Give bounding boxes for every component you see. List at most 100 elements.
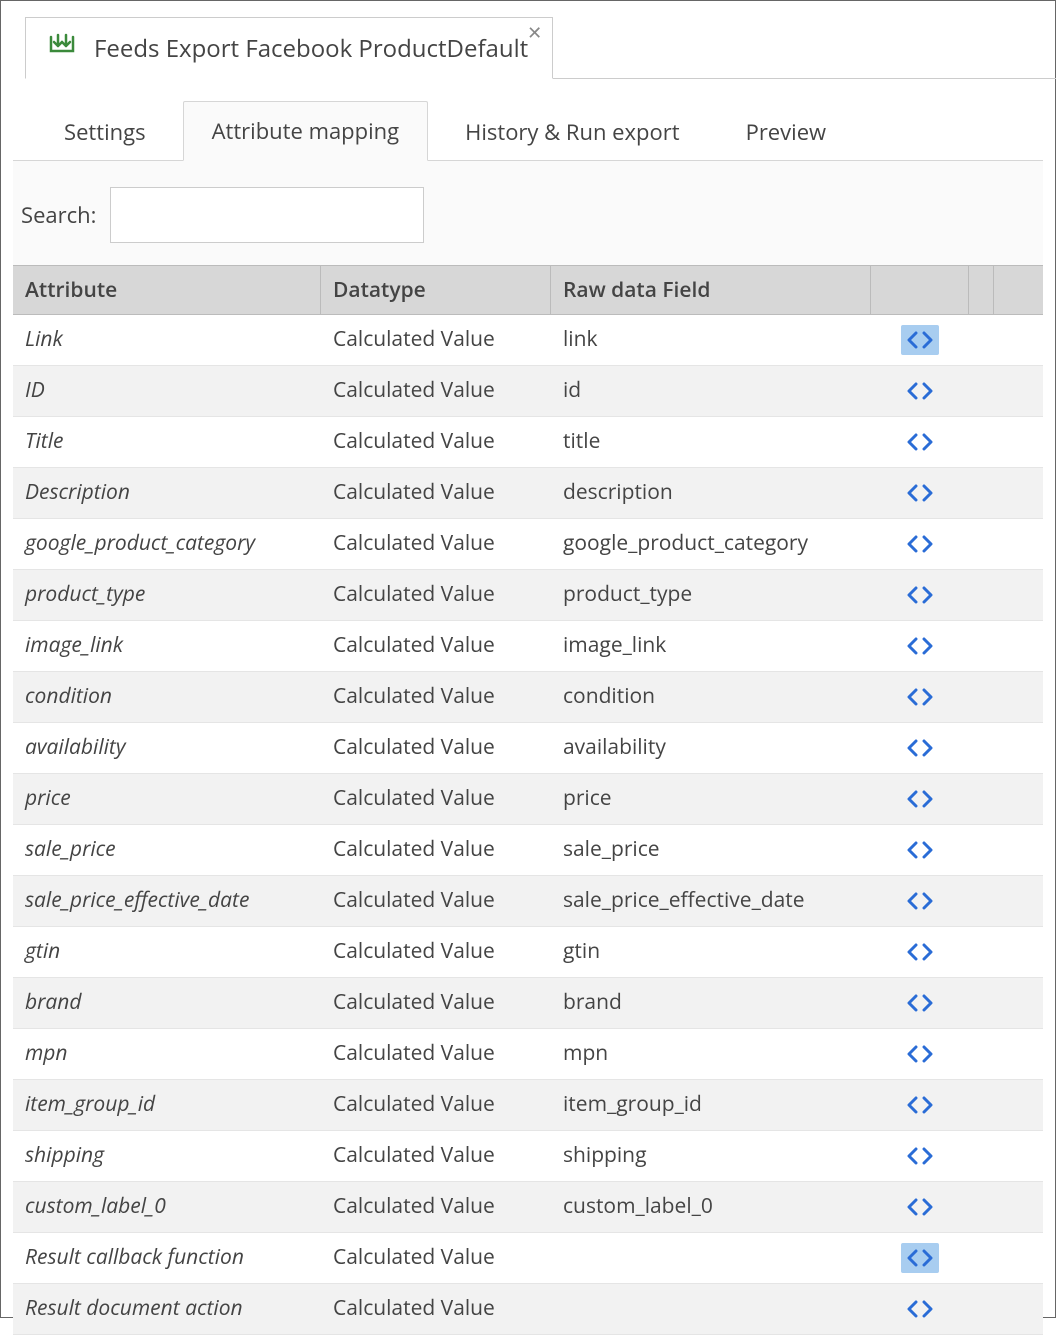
col-header-actions [871,266,969,314]
cell-spacer [969,876,1043,926]
cell-actions [871,1233,969,1283]
grid-header: Attribute Datatype Raw data Field [13,265,1043,315]
code-icon[interactable] [901,1243,939,1273]
table-row[interactable]: gtinCalculated Valuegtin [13,927,1043,978]
code-icon[interactable] [901,478,939,508]
code-icon[interactable] [901,784,939,814]
cell-spacer [969,825,1043,875]
window-tab-feeds-export[interactable]: Feeds Export Facebook ProductDefault ✕ [25,17,553,79]
col-header-attribute[interactable]: Attribute [13,266,321,314]
cell-rawfield: product_type [551,570,871,620]
table-row[interactable]: brandCalculated Valuebrand [13,978,1043,1029]
table-row[interactable]: priceCalculated Valueprice [13,774,1043,825]
cell-spacer [969,774,1043,824]
table-row[interactable]: DescriptionCalculated Valuedescription [13,468,1043,519]
code-icon[interactable] [901,1192,939,1222]
cell-attribute: ID [13,366,321,416]
cell-rawfield: google_product_category [551,519,871,569]
table-row[interactable]: shippingCalculated Valueshipping [13,1131,1043,1182]
cell-actions [871,825,969,875]
cell-actions [871,1284,969,1334]
nav-tab-settings[interactable]: Settings [35,102,175,161]
table-row[interactable]: mpnCalculated Valuempn [13,1029,1043,1080]
code-icon[interactable] [901,631,939,661]
nav-tab-attribute-mapping[interactable]: Attribute mapping [183,101,429,161]
cell-datatype: Calculated Value [321,315,551,365]
table-row[interactable]: product_typeCalculated Valueproduct_type [13,570,1043,621]
table-row[interactable]: conditionCalculated Valuecondition [13,672,1043,723]
cell-spacer [969,1080,1043,1130]
table-row[interactable]: availabilityCalculated Valueavailability [13,723,1043,774]
nav-tab-history-run-export[interactable]: History & Run export [436,102,708,161]
table-row[interactable]: sale_priceCalculated Valuesale_price [13,825,1043,876]
content-pane: SettingsAttribute mappingHistory & Run e… [13,79,1043,1305]
search-row: Search: [13,177,1043,265]
search-input[interactable] [110,187,424,243]
code-icon[interactable] [901,835,939,865]
code-icon[interactable] [901,529,939,559]
attribute-grid: Attribute Datatype Raw data Field LinkCa… [13,265,1043,1335]
cell-spacer [969,672,1043,722]
cell-attribute: brand [13,978,321,1028]
cell-attribute: shipping [13,1131,321,1181]
nav-tab-preview[interactable]: Preview [717,102,856,161]
cell-spacer [969,1182,1043,1232]
table-row[interactable]: IDCalculated Valueid [13,366,1043,417]
cell-attribute: Result document action [13,1284,321,1334]
code-icon[interactable] [901,1039,939,1069]
cell-actions [871,723,969,773]
col-header-datatype[interactable]: Datatype [321,266,551,314]
cell-rawfield: title [551,417,871,467]
cell-datatype: Calculated Value [321,366,551,416]
cell-rawfield: link [551,315,871,365]
cell-rawfield: sale_price_effective_date [551,876,871,926]
close-icon[interactable]: ✕ [527,24,542,42]
code-icon[interactable] [901,325,939,355]
cell-actions [871,1131,969,1181]
cell-datatype: Calculated Value [321,978,551,1028]
app-window: Feeds Export Facebook ProductDefault ✕ S… [0,0,1056,1318]
cell-attribute: Result callback function [13,1233,321,1283]
col-header-spacer [969,266,994,314]
cell-spacer [969,315,1043,365]
col-header-rawfield[interactable]: Raw data Field [551,266,871,314]
code-icon[interactable] [901,580,939,610]
cell-rawfield: price [551,774,871,824]
cell-datatype: Calculated Value [321,1182,551,1232]
table-row[interactable]: sale_price_effective_dateCalculated Valu… [13,876,1043,927]
cell-spacer [969,417,1043,467]
code-icon[interactable] [901,937,939,967]
cell-attribute: gtin [13,927,321,977]
code-icon[interactable] [901,1090,939,1120]
table-row[interactable]: TitleCalculated Valuetitle [13,417,1043,468]
cell-datatype: Calculated Value [321,417,551,467]
cell-spacer [969,366,1043,416]
table-row[interactable]: google_product_categoryCalculated Valueg… [13,519,1043,570]
code-icon[interactable] [901,988,939,1018]
table-row[interactable]: Result callback functionCalculated Value [13,1233,1043,1284]
code-icon[interactable] [901,886,939,916]
cell-actions [871,978,969,1028]
cell-attribute: condition [13,672,321,722]
table-row[interactable]: custom_label_0Calculated Valuecustom_lab… [13,1182,1043,1233]
table-row[interactable]: image_linkCalculated Valueimage_link [13,621,1043,672]
code-icon[interactable] [901,1294,939,1324]
export-icon [46,32,78,64]
cell-attribute: custom_label_0 [13,1182,321,1232]
cell-rawfield [551,1284,871,1334]
code-icon[interactable] [901,376,939,406]
code-icon[interactable] [901,1141,939,1171]
cell-rawfield: mpn [551,1029,871,1079]
cell-rawfield: custom_label_0 [551,1182,871,1232]
cell-rawfield: gtin [551,927,871,977]
cell-datatype: Calculated Value [321,519,551,569]
table-row[interactable]: item_group_idCalculated Valueitem_group_… [13,1080,1043,1131]
cell-spacer [969,723,1043,773]
code-icon[interactable] [901,682,939,712]
cell-attribute: sale_price [13,825,321,875]
cell-datatype: Calculated Value [321,825,551,875]
code-icon[interactable] [901,733,939,763]
table-row[interactable]: LinkCalculated Valuelink [13,315,1043,366]
code-icon[interactable] [901,427,939,457]
table-row[interactable]: Result document actionCalculated Value [13,1284,1043,1335]
